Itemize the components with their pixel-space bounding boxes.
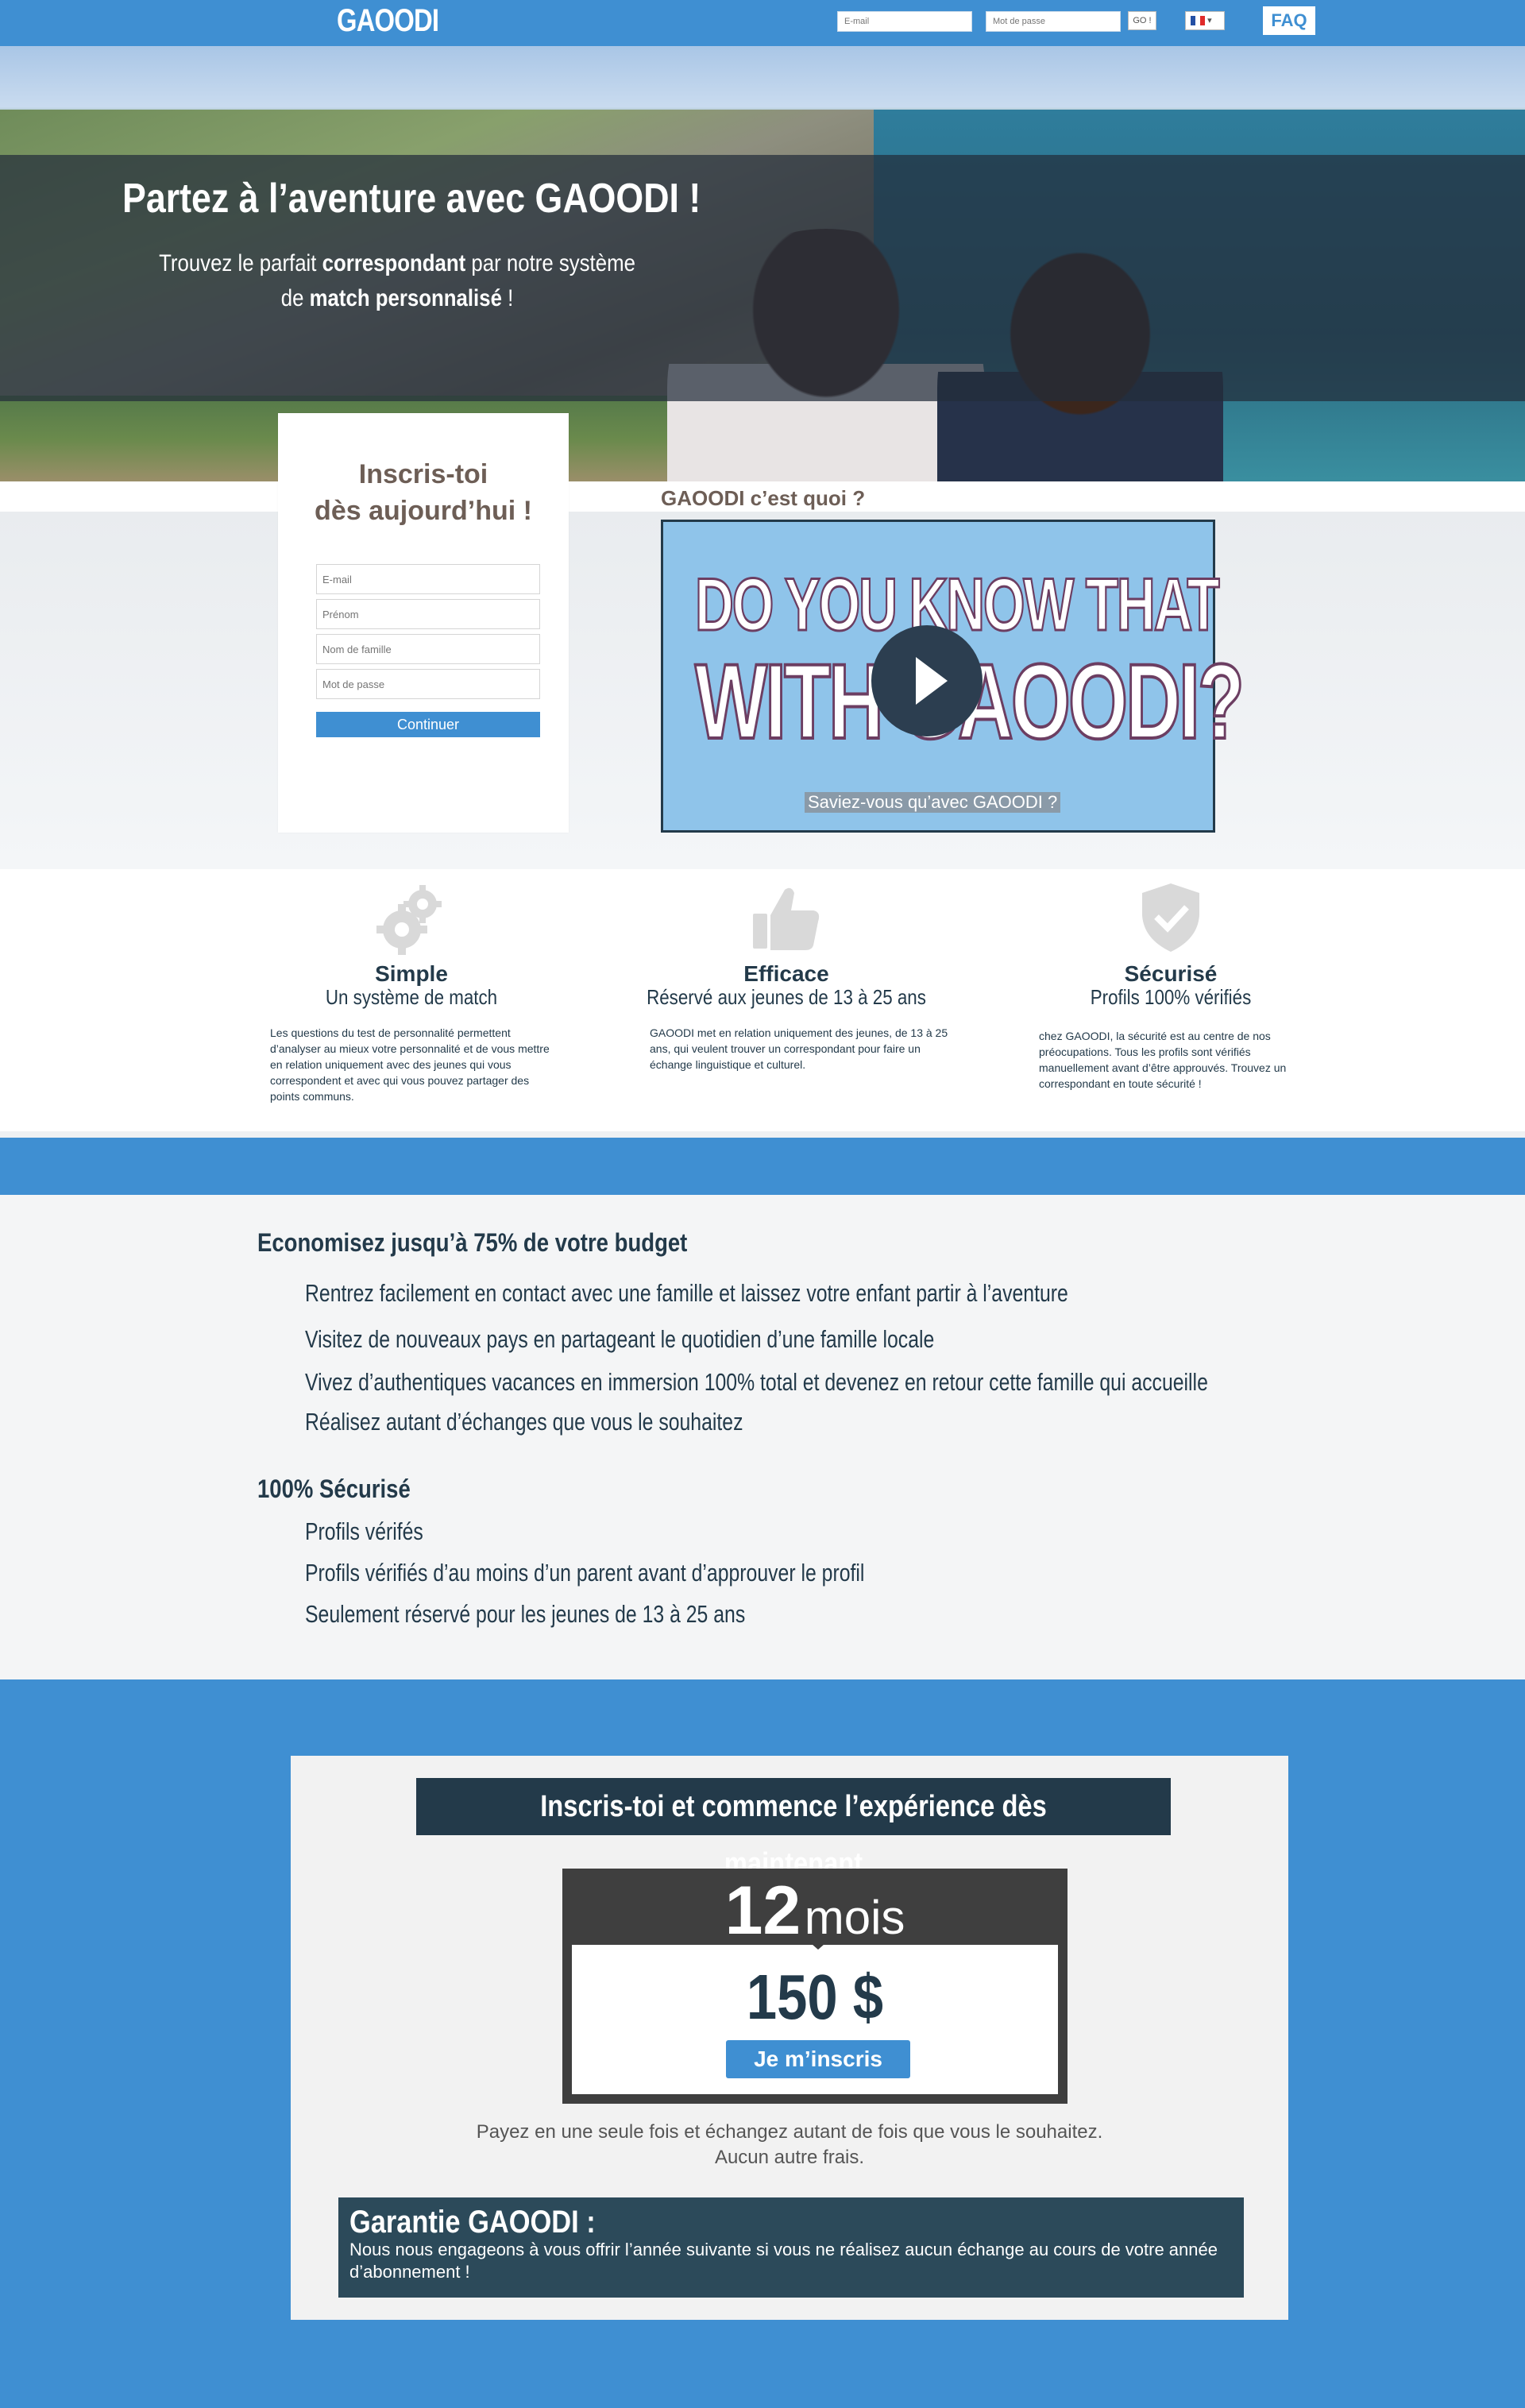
continue-button[interactable]: Continuer — [316, 712, 540, 737]
video-caption: Saviez-vous qu’avec GAOODI ? — [805, 792, 1061, 813]
subscribe-button[interactable]: Je m’inscris — [726, 2040, 910, 2078]
payment-note: Payez en une seule fois et échangez auta… — [476, 2121, 1103, 2168]
gears-icon — [376, 885, 442, 955]
benefits-heading-secure: 100% Sécurisé — [257, 1475, 411, 1503]
chevron-down-icon: ▾ — [1207, 16, 1212, 25]
feature-subtitle: Profils 100% vérifiés — [1090, 985, 1252, 1009]
shield-check-icon — [1142, 883, 1199, 952]
list-item: Vivez d’authentiques vacances en immersi… — [305, 1368, 1208, 1396]
video-player[interactable]: DO YOU KNOW THAT WITH GAOODI? Saviez-vou… — [661, 520, 1245, 833]
signup-password-input[interactable] — [316, 669, 540, 699]
signup-email-input[interactable] — [316, 564, 540, 594]
feature-title: Sécurisé — [1124, 961, 1218, 986]
signup-card: Inscris-toidès aujourd’hui ! Continuer — [278, 413, 569, 833]
feature-subtitle: Réservé aux jeunes de 13 à 25 ans — [647, 985, 926, 1009]
features-section: Simple Un système de match Les questions… — [0, 869, 1525, 1131]
list-item: Seulement réservé pour les jeunes de 13 … — [305, 1600, 746, 1628]
price: 150 $ — [746, 1962, 884, 2032]
pricing-card: Inscris-toi et commence l’expérience dès… — [291, 1756, 1288, 2320]
video-label: GAOODI c’est quoi ? — [661, 486, 866, 510]
pricing-heading: Inscris-toi et commence l’expérience dès… — [416, 1778, 1171, 1880]
page: GAOODI GO ! ▾ FAQ Partez à l’aventure av… — [0, 0, 1525, 2408]
guarantee-text: Nous nous engageons à vous offrir l’anné… — [349, 2240, 1218, 2282]
feature-text: Les questions du test de personnalité pe… — [270, 1026, 550, 1103]
feature-subtitle: Un système de match — [325, 985, 498, 1009]
list-item: Rentrez facilement en contact avec une f… — [305, 1279, 1068, 1307]
guarantee-box: Garantie GAOODI : Nous nous engageons à … — [338, 2197, 1244, 2298]
language-select[interactable]: ▾ — [1185, 11, 1225, 30]
french-flag-icon — [1191, 16, 1205, 26]
login-email-input[interactable] — [837, 11, 972, 32]
list-item: Visitez de nouveaux pays en partageant l… — [305, 1325, 935, 1353]
faq-button[interactable]: FAQ — [1263, 6, 1315, 35]
hero-title: Partez à l’aventure avec GAOODI ! — [122, 176, 701, 222]
signup-title: Inscris-toi dès aujourd’hui ! — [315, 459, 532, 526]
top-bar: GAOODI GO ! ▾ FAQ — [0, 0, 1525, 46]
hero-subtitle: Trouvez le parfait correspondant par not… — [159, 250, 635, 311]
price-box: 12 mois 150 $ Je m’inscris — [562, 1869, 1068, 2104]
list-item: Réalisez autant d’échanges que vous le s… — [305, 1408, 743, 1436]
login-go-button[interactable]: GO ! — [1128, 11, 1156, 30]
list-item: Profils vérifés — [305, 1517, 423, 1545]
signup-lastname-input[interactable] — [316, 634, 540, 664]
feature-text: GAOODI met en relation uniquement des je… — [650, 1026, 948, 1071]
price-panel: 150 $ Je m’inscris — [572, 1945, 1058, 2094]
thumbs-up-icon — [753, 887, 820, 950]
feature-title: Simple — [375, 961, 448, 986]
benefits-heading-budget: Economisez jusqu’à 75% de votre budget — [257, 1228, 688, 1257]
logo[interactable]: GAOODI — [337, 3, 439, 39]
feature-text: chez GAOODI, la sécurité est au centre d… — [1039, 1030, 1287, 1090]
feature-title: Efficace — [743, 961, 829, 986]
guarantee-title: Garantie GAOODI : — [349, 2205, 596, 2240]
list-item: Profils vérifiés d’au moins d’un parent … — [305, 1559, 865, 1587]
signup-firstname-input[interactable] — [316, 599, 540, 629]
play-icon[interactable] — [871, 625, 983, 736]
divider-band — [0, 1131, 1525, 1195]
login-password-input[interactable] — [986, 11, 1121, 32]
benefits-section: Economisez jusqu’à 75% de votre budget R… — [0, 1195, 1525, 1679]
